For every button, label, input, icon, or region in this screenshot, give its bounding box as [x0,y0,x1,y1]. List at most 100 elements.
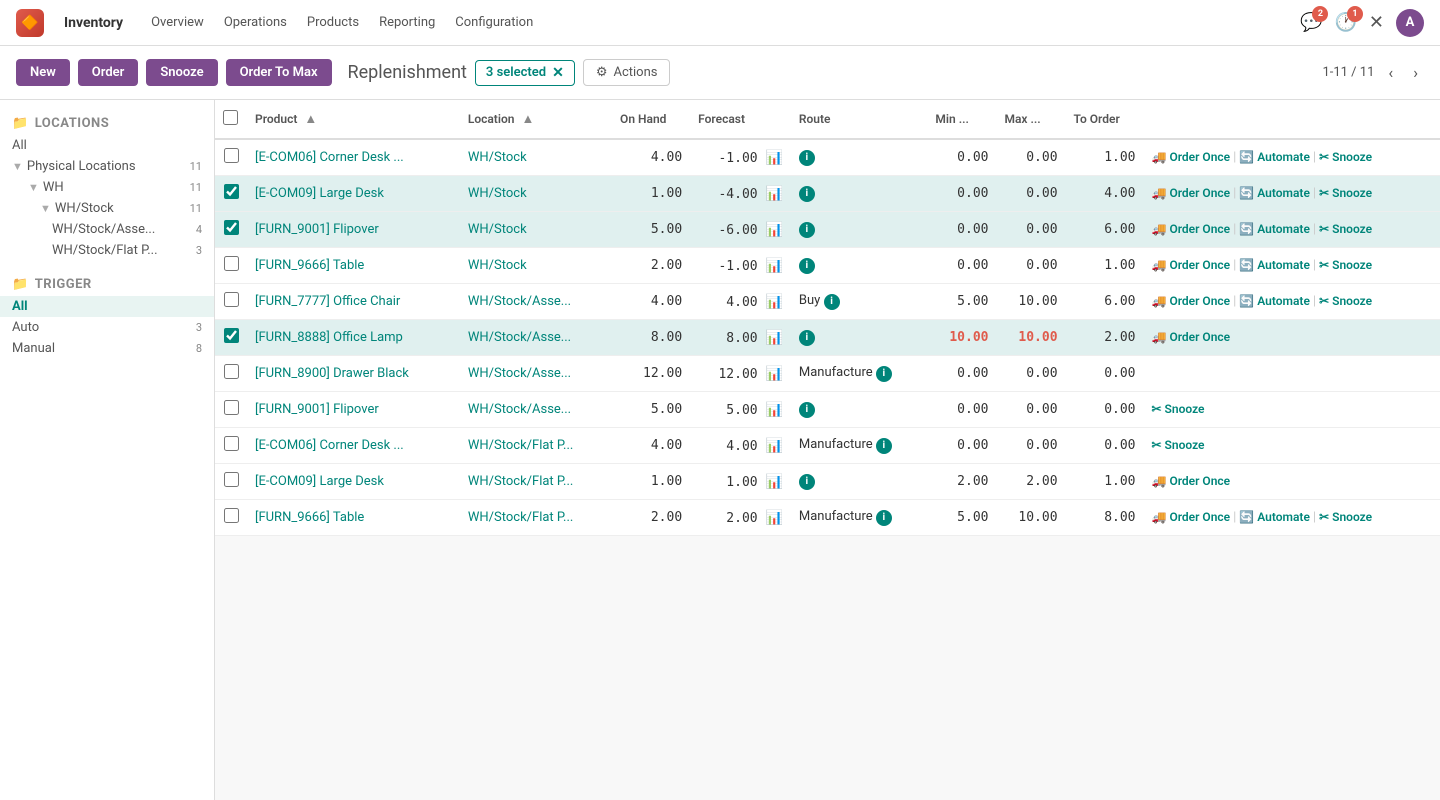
row-max[interactable]: 0.00 [996,428,1065,464]
nav-overview[interactable]: Overview [151,15,204,30]
location-link[interactable]: WH/Stock/Asse... [468,330,571,345]
forecast-chart-icon[interactable]: 📊 [765,150,782,166]
sidebar-item-trigger-manual[interactable]: Manual 8 [0,338,214,359]
actions-button[interactable]: ⚙ Actions [583,59,671,86]
product-link[interactable]: [E-COM09] Large Desk [255,474,384,489]
location-link[interactable]: WH/Stock/Asse... [468,402,571,417]
row-checkbox[interactable] [224,220,239,235]
row-min[interactable]: 0.00 [927,356,996,392]
action-order-once-button[interactable]: 🚚 Order Once [1152,510,1231,524]
row-max[interactable]: 0.00 [996,176,1065,212]
locations-header[interactable]: 📁 LOCATIONS [0,112,214,135]
action-snooze-button[interactable]: ✂ Snooze [1319,294,1372,308]
row-location[interactable]: WH/Stock [460,248,612,284]
sidebar-item-all-locations[interactable]: All [0,135,214,156]
row-location[interactable]: WH/Stock [460,176,612,212]
clear-selection-button[interactable]: ✕ [552,65,564,81]
row-location[interactable]: WH/Stock [460,139,612,176]
row-checkbox[interactable] [224,292,239,307]
row-checkbox-cell[interactable] [215,356,247,392]
row-to-order[interactable]: 1.00 [1066,139,1144,176]
action-automate-button[interactable]: 🔄 Automate [1239,186,1310,200]
clock-icon-btn[interactable]: 🕐 1 [1334,12,1356,33]
forecast-chart-icon[interactable]: 📊 [765,438,782,454]
sidebar-item-trigger-all[interactable]: All [0,296,214,317]
sidebar-item-wh-stock-asse[interactable]: WH/Stock/Asse... 4 [0,219,214,240]
row-checkbox[interactable] [224,472,239,487]
action-snooze-button[interactable]: ✂ Snooze [1319,510,1372,524]
action-automate-button[interactable]: 🔄 Automate [1239,510,1310,524]
row-max[interactable]: 0.00 [996,139,1065,176]
location-link[interactable]: WH/Stock/Asse... [468,294,571,309]
row-to-order[interactable]: 6.00 [1066,212,1144,248]
row-location[interactable]: WH/Stock/Asse... [460,392,612,428]
action-snooze-button[interactable]: ✂ Snooze [1319,186,1372,200]
row-max[interactable]: 0.00 [996,356,1065,392]
action-automate-button[interactable]: 🔄 Automate [1239,222,1310,236]
row-min[interactable]: 5.00 [927,500,996,536]
nav-configuration[interactable]: Configuration [455,15,533,30]
action-order-once-button[interactable]: 🚚 Order Once [1152,186,1231,200]
action-snooze-button[interactable]: ✂ Snooze [1319,258,1372,272]
info-icon[interactable]: i [799,258,815,274]
location-link[interactable]: WH/Stock [468,150,527,165]
row-checkbox[interactable] [224,508,239,523]
forecast-chart-icon[interactable]: 📊 [765,474,782,490]
row-to-order[interactable]: 0.00 [1066,356,1144,392]
col-product[interactable]: Product ▲ [247,100,460,139]
action-automate-button[interactable]: 🔄 Automate [1239,150,1310,164]
row-to-order[interactable]: 1.00 [1066,248,1144,284]
info-icon[interactable]: i [799,186,815,202]
info-icon[interactable]: i [824,294,840,310]
forecast-chart-icon[interactable]: 📊 [765,366,782,382]
info-icon[interactable]: i [876,438,892,454]
nav-products[interactable]: Products [307,15,359,30]
location-link[interactable]: WH/Stock [468,186,527,201]
action-order-once-button[interactable]: 🚚 Order Once [1152,294,1231,308]
row-checkbox-cell[interactable] [215,212,247,248]
nav-reporting[interactable]: Reporting [379,15,435,30]
row-max[interactable]: 0.00 [996,212,1065,248]
avatar[interactable]: A [1396,9,1424,37]
product-link[interactable]: [FURN_9001] Flipover [255,222,379,237]
close-icon-btn[interactable]: ✕ [1369,12,1384,33]
row-location[interactable]: WH/Stock/Asse... [460,356,612,392]
product-link[interactable]: [FURN_8900] Drawer Black [255,366,409,381]
forecast-chart-icon[interactable]: 📊 [765,510,782,526]
row-product[interactable]: [FURN_7777] Office Chair [247,284,460,320]
new-button[interactable]: New [16,59,70,86]
product-link[interactable]: [FURN_7777] Office Chair [255,294,400,309]
row-checkbox[interactable] [224,400,239,415]
action-order-once-button[interactable]: 🚚 Order Once [1152,330,1231,344]
row-min[interactable]: 5.00 [927,284,996,320]
row-checkbox[interactable] [224,184,239,199]
product-link[interactable]: [FURN_8888] Office Lamp [255,330,403,345]
action-automate-button[interactable]: 🔄 Automate [1239,294,1310,308]
row-checkbox[interactable] [224,364,239,379]
order-button[interactable]: Order [78,59,139,86]
product-link[interactable]: [FURN_9666] Table [255,510,364,525]
sidebar-item-wh[interactable]: ▼ WH 11 [0,177,214,198]
row-max[interactable]: 10.00 [996,500,1065,536]
action-snooze-button[interactable]: ✂ Snooze [1152,438,1205,452]
row-min[interactable]: 10.00 [927,320,996,356]
row-location[interactable]: WH/Stock/Asse... [460,284,612,320]
location-link[interactable]: WH/Stock/Flat P... [468,474,574,489]
row-checkbox[interactable] [224,328,239,343]
row-product[interactable]: [FURN_8900] Drawer Black [247,356,460,392]
info-icon[interactable]: i [799,150,815,166]
row-product[interactable]: [FURN_9001] Flipover [247,212,460,248]
product-link[interactable]: [E-COM06] Corner Desk ... [255,438,404,453]
row-min[interactable]: 0.00 [927,176,996,212]
row-checkbox[interactable] [224,436,239,451]
row-to-order[interactable]: 1.00 [1066,464,1144,500]
row-max[interactable]: 10.00 [996,320,1065,356]
row-product[interactable]: [FURN_9666] Table [247,500,460,536]
row-product[interactable]: [E-COM09] Large Desk [247,464,460,500]
action-order-once-button[interactable]: 🚚 Order Once [1152,258,1231,272]
row-checkbox-cell[interactable] [215,464,247,500]
row-to-order[interactable]: 0.00 [1066,428,1144,464]
row-checkbox-cell[interactable] [215,248,247,284]
sidebar-item-trigger-auto[interactable]: Auto 3 [0,317,214,338]
select-all-checkbox[interactable] [223,110,238,125]
